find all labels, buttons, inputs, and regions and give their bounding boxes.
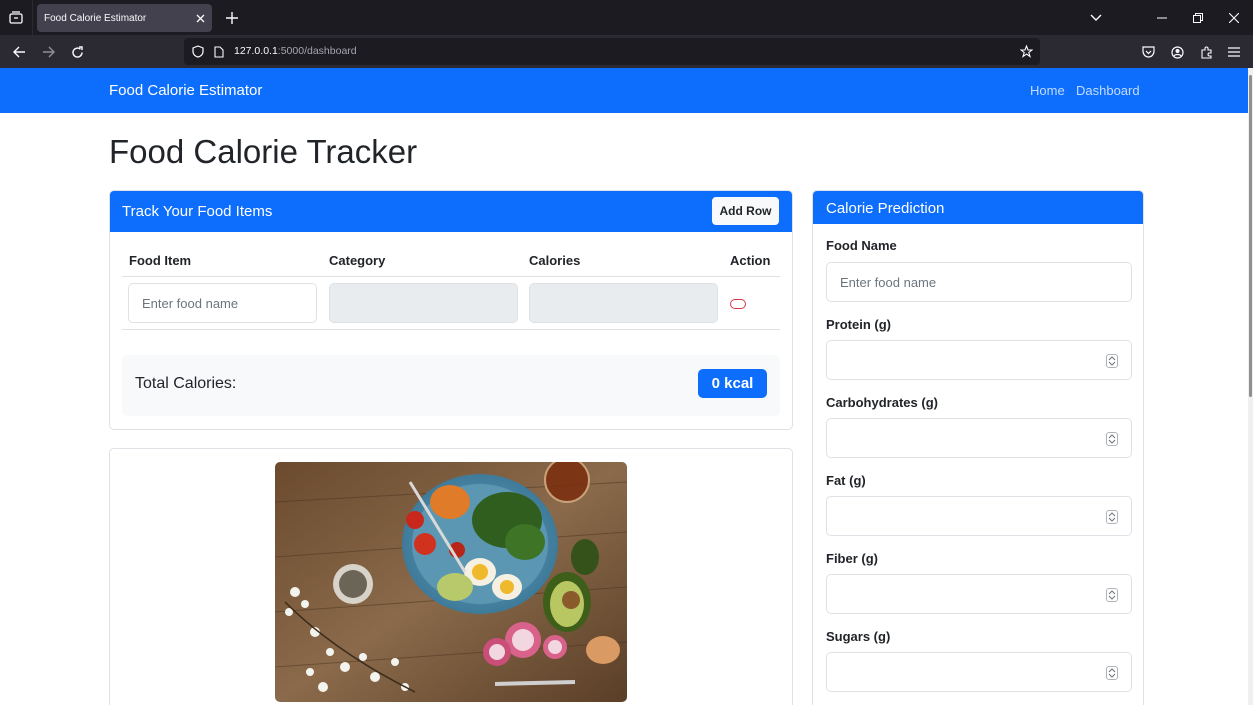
track-food-card: Track Your Food Items Add Row Food Item … [109, 190, 793, 430]
url-bar[interactable]: 127.0.0.1:5000/dashboard [184, 38, 1040, 65]
category-field [329, 283, 518, 323]
track-card-header: Track Your Food Items Add Row [110, 191, 792, 232]
close-window-icon[interactable] [1224, 8, 1244, 28]
total-calories-label: Total Calories: [135, 375, 237, 392]
number-stepper-icon[interactable] [1106, 666, 1118, 680]
page-icon[interactable] [211, 44, 226, 59]
fat-label: Fat (g) [826, 473, 866, 488]
tab-list-icon[interactable] [0, 0, 33, 35]
track-card-title: Track Your Food Items [122, 203, 273, 220]
tab-title: Food Calorie Estimator [44, 12, 147, 24]
reload-icon[interactable] [67, 42, 87, 62]
restore-icon[interactable] [1188, 8, 1208, 28]
food-image-card [109, 448, 793, 705]
number-stepper-icon[interactable] [1106, 432, 1118, 446]
page-title: Food Calorie Tracker [109, 133, 418, 170]
carbohydrates-label: Carbohydrates (g) [826, 395, 938, 410]
url-path: :5000/dashboard [277, 45, 357, 57]
fiber-input[interactable] [826, 574, 1132, 614]
pocket-icon[interactable] [1138, 42, 1158, 62]
nav-dashboard-link[interactable]: Dashboard [1076, 83, 1140, 98]
minimize-icon[interactable] [1152, 8, 1172, 28]
url-text[interactable]: 127.0.0.1:5000/dashboard [234, 45, 357, 57]
sugars-input[interactable] [826, 652, 1132, 692]
calories-field [529, 283, 718, 323]
total-calories-box: Total Calories: 0 kcal [122, 355, 780, 416]
food-photo [275, 462, 627, 702]
number-stepper-icon[interactable] [1106, 510, 1118, 524]
browser-toolbar: 127.0.0.1:5000/dashboard [0, 35, 1253, 68]
plus-icon[interactable] [222, 8, 242, 28]
nav-home-link[interactable]: Home [1030, 83, 1065, 98]
browser-tab[interactable]: Food Calorie Estimator [37, 4, 212, 32]
fat-input[interactable] [826, 496, 1132, 536]
close-icon[interactable] [192, 10, 208, 26]
calorie-prediction-card: Calorie Prediction Food Name Enter food … [812, 190, 1144, 705]
scrollbar-thumb[interactable] [1249, 75, 1252, 397]
food-name-input[interactable]: Enter food name [826, 262, 1132, 302]
total-calories-badge: 0 kcal [698, 369, 767, 398]
fiber-label: Fiber (g) [826, 551, 878, 566]
table-row-divider [122, 329, 780, 330]
number-stepper-icon[interactable] [1106, 588, 1118, 602]
column-header-food-item: Food Item [129, 253, 192, 268]
account-icon[interactable] [1167, 42, 1187, 62]
menu-icon[interactable] [1224, 42, 1244, 62]
column-header-action: Action [730, 253, 771, 268]
chevron-down-icon[interactable] [1086, 8, 1106, 28]
delete-icon[interactable] [730, 299, 746, 309]
carbohydrates-input[interactable] [826, 418, 1132, 458]
browser-tab-bar: Food Calorie Estimator [0, 0, 1253, 35]
brand-link[interactable]: Food Calorie Estimator [109, 82, 262, 99]
prediction-card-title: Calorie Prediction [826, 200, 945, 217]
forward-arrow-icon[interactable] [38, 42, 58, 62]
column-header-category: Category [329, 253, 386, 268]
number-stepper-icon[interactable] [1106, 354, 1118, 368]
url-host: 127.0.0.1 [234, 45, 278, 57]
sugars-label: Sugars (g) [826, 629, 891, 644]
food-name-label: Food Name [826, 238, 897, 253]
shield-icon[interactable] [190, 44, 205, 59]
protein-input[interactable] [826, 340, 1132, 380]
site-navbar: Food Calorie Estimator Home Dashboard [0, 68, 1253, 113]
star-icon[interactable] [1019, 44, 1034, 59]
back-arrow-icon[interactable] [9, 42, 29, 62]
table-header-divider [122, 276, 780, 277]
column-header-calories: Calories [529, 253, 581, 268]
food-item-input[interactable]: Enter food name [128, 283, 317, 323]
add-row-button[interactable]: Add Row [712, 197, 779, 225]
extensions-icon[interactable] [1196, 42, 1216, 62]
protein-label: Protein (g) [826, 317, 891, 332]
prediction-card-header: Calorie Prediction [813, 191, 1143, 224]
